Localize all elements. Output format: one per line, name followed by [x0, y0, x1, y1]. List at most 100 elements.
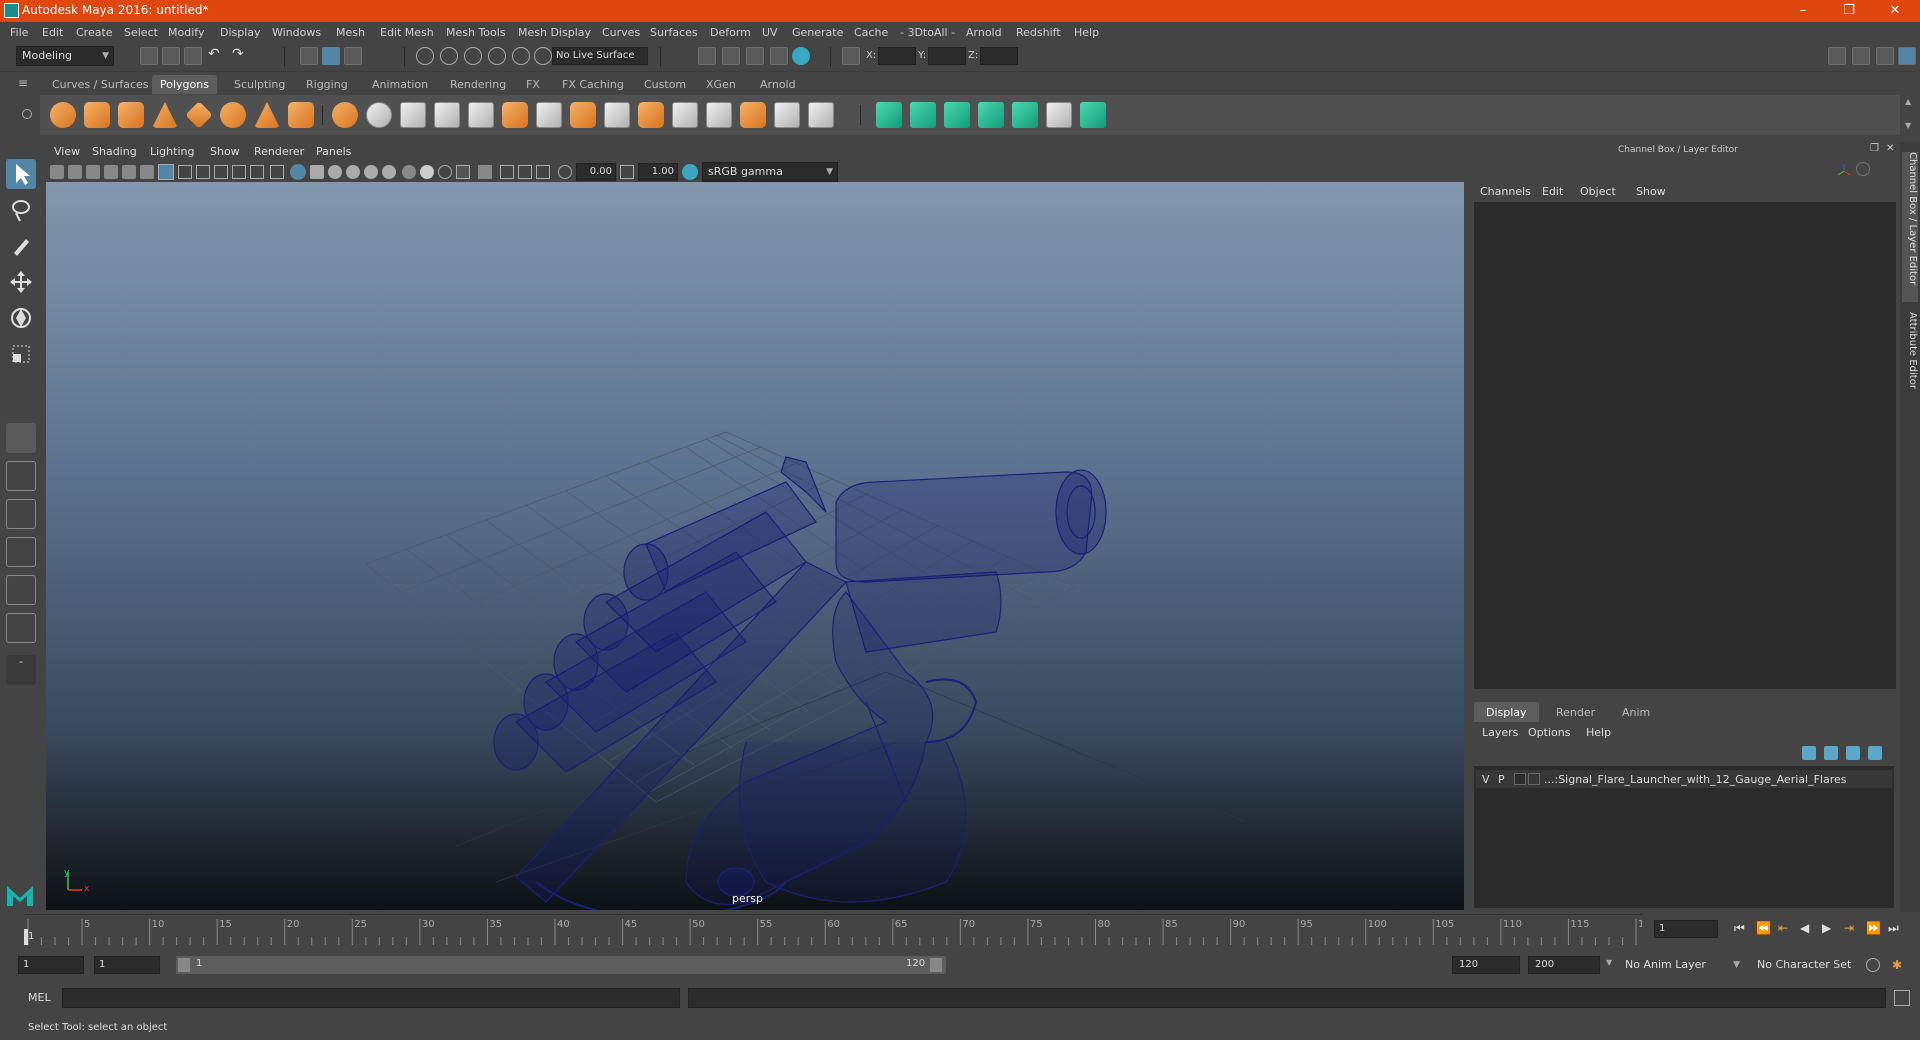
close-panel-icon[interactable]: ✕: [1886, 143, 1894, 154]
poly-torus-icon[interactable]: [220, 102, 246, 128]
scale-tool-icon[interactable]: [6, 339, 36, 369]
combine-icon[interactable]: [332, 102, 358, 128]
tab-fx[interactable]: FX: [518, 75, 548, 94]
channel-box-menu-channels[interactable]: Channels: [1480, 185, 1531, 198]
screen-space-ao-icon[interactable]: [402, 165, 416, 179]
tab-arnold[interactable]: Arnold: [752, 75, 804, 94]
select-hierarchy-icon[interactable]: [300, 47, 318, 65]
hypershade-icon[interactable]: [770, 47, 788, 65]
color-space-dropdown[interactable]: sRGB gamma ▼: [702, 162, 838, 182]
menu-windows[interactable]: Windows: [272, 26, 321, 39]
grid-icon[interactable]: [158, 164, 174, 180]
menu-select[interactable]: Select: [124, 26, 158, 39]
tab-channel-box-layer-editor[interactable]: Channel Box / Layer Editor: [1902, 152, 1918, 302]
default-material-icon[interactable]: [328, 165, 342, 179]
new-empty-layer-icon[interactable]: [1846, 746, 1860, 760]
rotate-tool-icon[interactable]: [6, 303, 36, 333]
animation-preferences-icon[interactable]: ✱: [1892, 958, 1906, 972]
transform-mode-icon[interactable]: [842, 47, 860, 65]
maximize-button[interactable]: ❐: [1826, 0, 1872, 22]
resolution-gate-icon[interactable]: [196, 165, 210, 179]
tab-custom[interactable]: Custom: [636, 75, 694, 94]
menu-3dtoall[interactable]: - 3DtoAll -: [900, 26, 955, 39]
y-field[interactable]: [928, 47, 966, 65]
poly-cone-icon[interactable]: [152, 102, 178, 128]
planar-uv-icon[interactable]: [876, 102, 902, 128]
ipr-render-icon[interactable]: [722, 47, 740, 65]
safe-action-icon[interactable]: [250, 165, 264, 179]
poly-plane-icon[interactable]: [185, 101, 213, 129]
menu-mesh-display[interactable]: Mesh Display: [518, 26, 591, 39]
exposure-field[interactable]: 0.00: [576, 163, 616, 181]
twod-pan-zoom-icon[interactable]: [122, 165, 136, 179]
range-slider[interactable]: 1 120: [176, 956, 946, 974]
bridge-icon[interactable]: [536, 102, 562, 128]
script-editor-icon[interactable]: [1894, 990, 1910, 1006]
bevel-icon[interactable]: [570, 102, 596, 128]
channel-box-menu-object[interactable]: Object: [1580, 185, 1616, 198]
channel-box-body[interactable]: [1474, 202, 1896, 689]
menu-arnold[interactable]: Arnold: [966, 26, 1002, 39]
tab-xgen[interactable]: XGen: [698, 75, 744, 94]
four-view-layout-icon[interactable]: [6, 461, 36, 491]
playback-end-field[interactable]: 120: [1452, 956, 1520, 974]
safe-title-icon[interactable]: [270, 165, 284, 179]
toggle-channel-box-icon[interactable]: [1898, 47, 1916, 65]
tab-curves-surfaces[interactable]: Curves / Surfaces: [44, 75, 157, 94]
move-layer-up-icon[interactable]: [1802, 746, 1816, 760]
anim-layer-dropdown[interactable]: No Anim Layer ▼: [1620, 956, 1744, 976]
snap-grid-icon[interactable]: [416, 47, 434, 65]
poly-sphere-icon[interactable]: [50, 102, 76, 128]
poly-cube-icon[interactable]: [84, 102, 110, 128]
exposure-icon[interactable]: [558, 165, 572, 179]
poly-cylinder-icon[interactable]: [118, 102, 144, 128]
layer-name[interactable]: ...:Signal_Flare_Launcher_with_12_Gauge_…: [1544, 773, 1846, 786]
live-surface-field[interactable]: No Live Surface: [552, 47, 648, 65]
poly-pipe-icon[interactable]: [288, 102, 314, 128]
triangulate-icon[interactable]: [774, 102, 800, 128]
menu-deform[interactable]: Deform: [710, 26, 751, 39]
shelf-menu-icon[interactable]: ≡: [18, 76, 36, 94]
xray-icon[interactable]: [500, 165, 514, 179]
mirror-icon[interactable]: [468, 102, 494, 128]
toggle-tool-settings-icon[interactable]: [1876, 47, 1894, 65]
depth-of-field-icon[interactable]: [456, 165, 470, 179]
layer-visibility-toggle[interactable]: V: [1482, 773, 1490, 786]
chevron-down-icon[interactable]: ▼: [1905, 121, 1911, 130]
perspective-viewport[interactable]: y x persp: [46, 182, 1464, 910]
undo-icon[interactable]: ↶: [208, 46, 226, 64]
channel-box-menu-show[interactable]: Show: [1636, 185, 1666, 198]
viewport-menu-show[interactable]: Show: [210, 145, 240, 158]
layer-menu-options[interactable]: Options: [1528, 726, 1570, 739]
new-scene-icon[interactable]: [140, 47, 158, 65]
range-end-handle[interactable]: [930, 958, 942, 972]
xray-joints-icon[interactable]: [518, 165, 532, 179]
menu-help[interactable]: Help: [1074, 26, 1099, 39]
go-to-start-icon[interactable]: ⏮: [1734, 921, 1745, 936]
reduce-icon[interactable]: [808, 102, 834, 128]
menu-redshift[interactable]: Redshift: [1016, 26, 1061, 39]
menu-generate[interactable]: Generate: [792, 26, 843, 39]
play-backwards-icon[interactable]: ◀: [1800, 921, 1809, 935]
color-management-icon[interactable]: [682, 164, 698, 180]
chevron-up-icon[interactable]: ▲: [1905, 97, 1911, 106]
step-back-key-icon[interactable]: ⇤: [1778, 921, 1788, 935]
uv-editor-icon[interactable]: [1046, 102, 1072, 128]
select-tool-icon[interactable]: [6, 159, 36, 189]
shelf-settings-icon[interactable]: [22, 109, 32, 119]
viewport-menu-panels[interactable]: Panels: [316, 145, 351, 158]
tab-rigging[interactable]: Rigging: [298, 75, 356, 94]
playback-start-field[interactable]: 1: [94, 956, 160, 974]
field-chart-icon[interactable]: [232, 165, 246, 179]
menu-curves[interactable]: Curves: [602, 26, 640, 39]
xray-active-icon[interactable]: [536, 165, 550, 179]
tab-polygons[interactable]: Polygons: [152, 75, 217, 94]
x-field[interactable]: [878, 47, 916, 65]
multisample-aa-icon[interactable]: [438, 165, 452, 179]
shelf-scroll[interactable]: ▲ ▼: [1900, 95, 1920, 135]
viewport-menu-lighting[interactable]: Lighting: [150, 145, 194, 158]
isolate-select-icon[interactable]: [478, 165, 492, 179]
menu-edit-mesh[interactable]: Edit Mesh: [380, 26, 434, 39]
snap-curve-icon[interactable]: [440, 47, 458, 65]
script-language-label[interactable]: MEL: [28, 991, 51, 1004]
